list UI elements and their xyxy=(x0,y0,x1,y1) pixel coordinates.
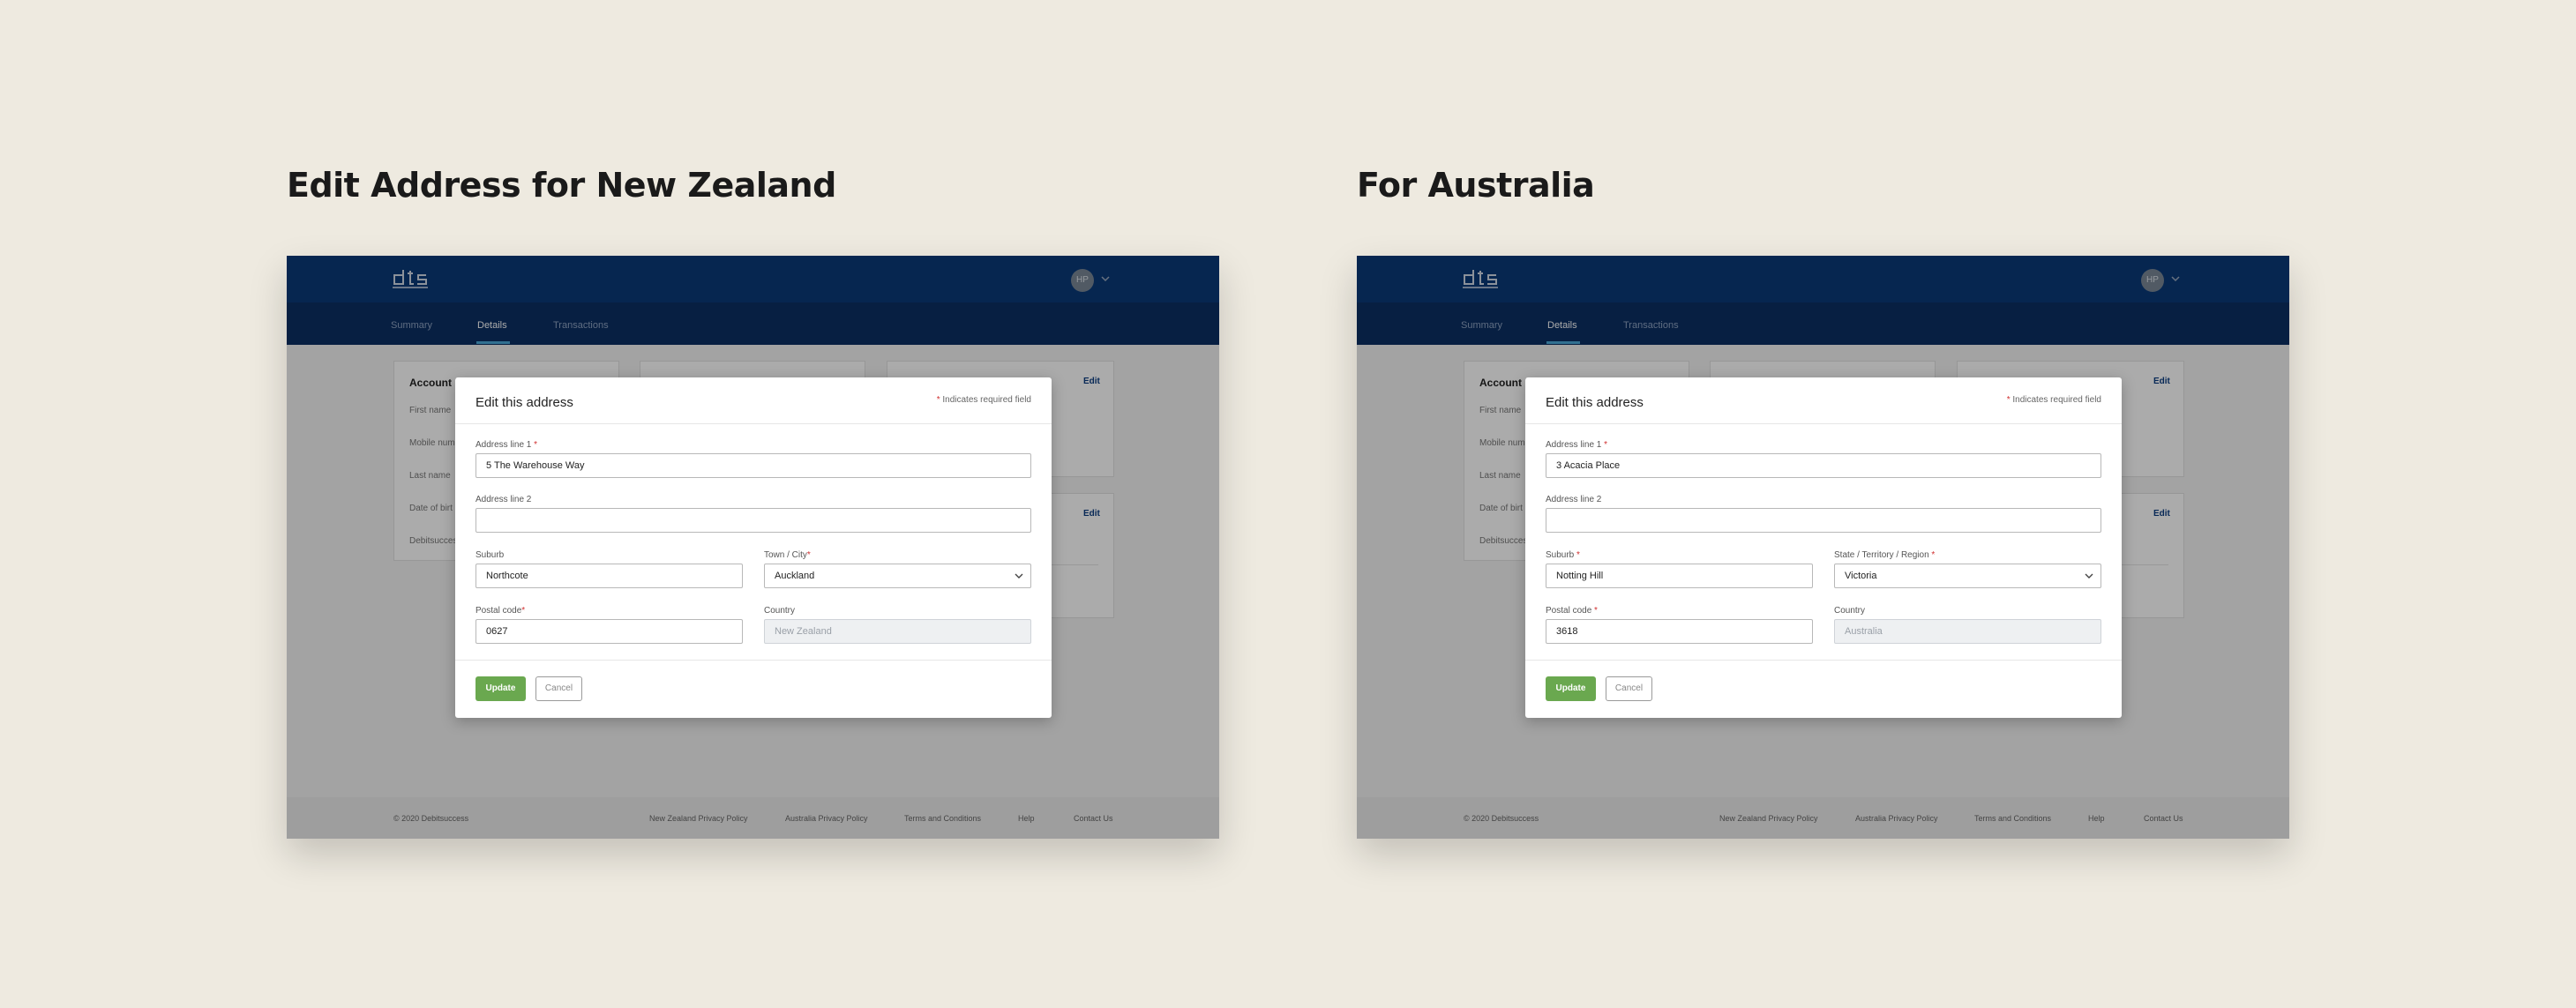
address-line-2-input[interactable] xyxy=(1546,508,2101,533)
state-territory-select[interactable]: Victoria xyxy=(1834,564,2101,588)
suburb-input[interactable]: Northcote xyxy=(476,564,743,588)
chevron-down-icon xyxy=(1015,573,1023,579)
update-button[interactable]: Update xyxy=(476,676,526,701)
address-line-2-label: Address line 2 xyxy=(476,495,532,504)
state-territory-value: Victoria xyxy=(1845,571,1877,581)
town-city-select[interactable]: Auckland xyxy=(764,564,1031,588)
edit-address-modal: Edit this address * Indicates required f… xyxy=(1525,377,2122,718)
country-input: Australia xyxy=(1834,619,2101,644)
required-field-note: * Indicates required field xyxy=(936,395,1031,405)
suburb-label: Suburb xyxy=(476,550,505,560)
country-label: Country xyxy=(1834,606,1866,616)
country-label: Country xyxy=(764,606,796,616)
modal-header-divider xyxy=(1525,423,2122,424)
panel-title-au: For Australia xyxy=(1357,166,1595,205)
modal-footer-divider xyxy=(1525,660,2122,661)
app-screenshot-nz: HP Summary Details Transactions Account … xyxy=(287,256,1219,839)
postal-code-input[interactable]: 0627 xyxy=(476,619,743,644)
postal-code-label: Postal code * xyxy=(1546,606,1598,616)
modal-title: Edit this address xyxy=(1546,395,1644,410)
address-line-1-label: Address line 1 * xyxy=(1546,440,1608,450)
address-line-1-label: Address line 1 * xyxy=(476,440,538,450)
required-field-note: * Indicates required field xyxy=(2006,395,2101,405)
chevron-down-icon xyxy=(2085,573,2093,579)
modal-header-divider xyxy=(455,423,1052,424)
address-line-2-input[interactable] xyxy=(476,508,1031,533)
postal-code-label: Postal code* xyxy=(476,606,526,616)
update-button[interactable]: Update xyxy=(1546,676,1596,701)
country-input: New Zealand xyxy=(764,619,1031,644)
suburb-label: Suburb * xyxy=(1546,550,1580,560)
town-city-value: Auckland xyxy=(775,571,815,581)
town-city-label: Town / City* xyxy=(764,550,811,560)
required-note-text: Indicates required field xyxy=(2012,395,2101,405)
app-screenshot-au: HP Summary Details Transactions Account … xyxy=(1357,256,2289,839)
panel-title-nz: Edit Address for New Zealand xyxy=(287,166,836,205)
suburb-input[interactable]: Notting Hill xyxy=(1546,564,1813,588)
address-line-2-label: Address line 2 xyxy=(1546,495,1602,504)
state-territory-label: State / Territory / Region * xyxy=(1834,550,1936,560)
address-line-1-input[interactable]: 3 Acacia Place xyxy=(1546,453,2101,478)
modal-title: Edit this address xyxy=(476,395,573,410)
edit-address-modal: Edit this address * Indicates required f… xyxy=(455,377,1052,718)
required-note-text: Indicates required field xyxy=(942,395,1031,405)
cancel-button[interactable]: Cancel xyxy=(535,676,582,701)
cancel-button[interactable]: Cancel xyxy=(1606,676,1652,701)
modal-footer-divider xyxy=(455,660,1052,661)
postal-code-input[interactable]: 3618 xyxy=(1546,619,1813,644)
address-line-1-input[interactable]: 5 The Warehouse Way xyxy=(476,453,1031,478)
